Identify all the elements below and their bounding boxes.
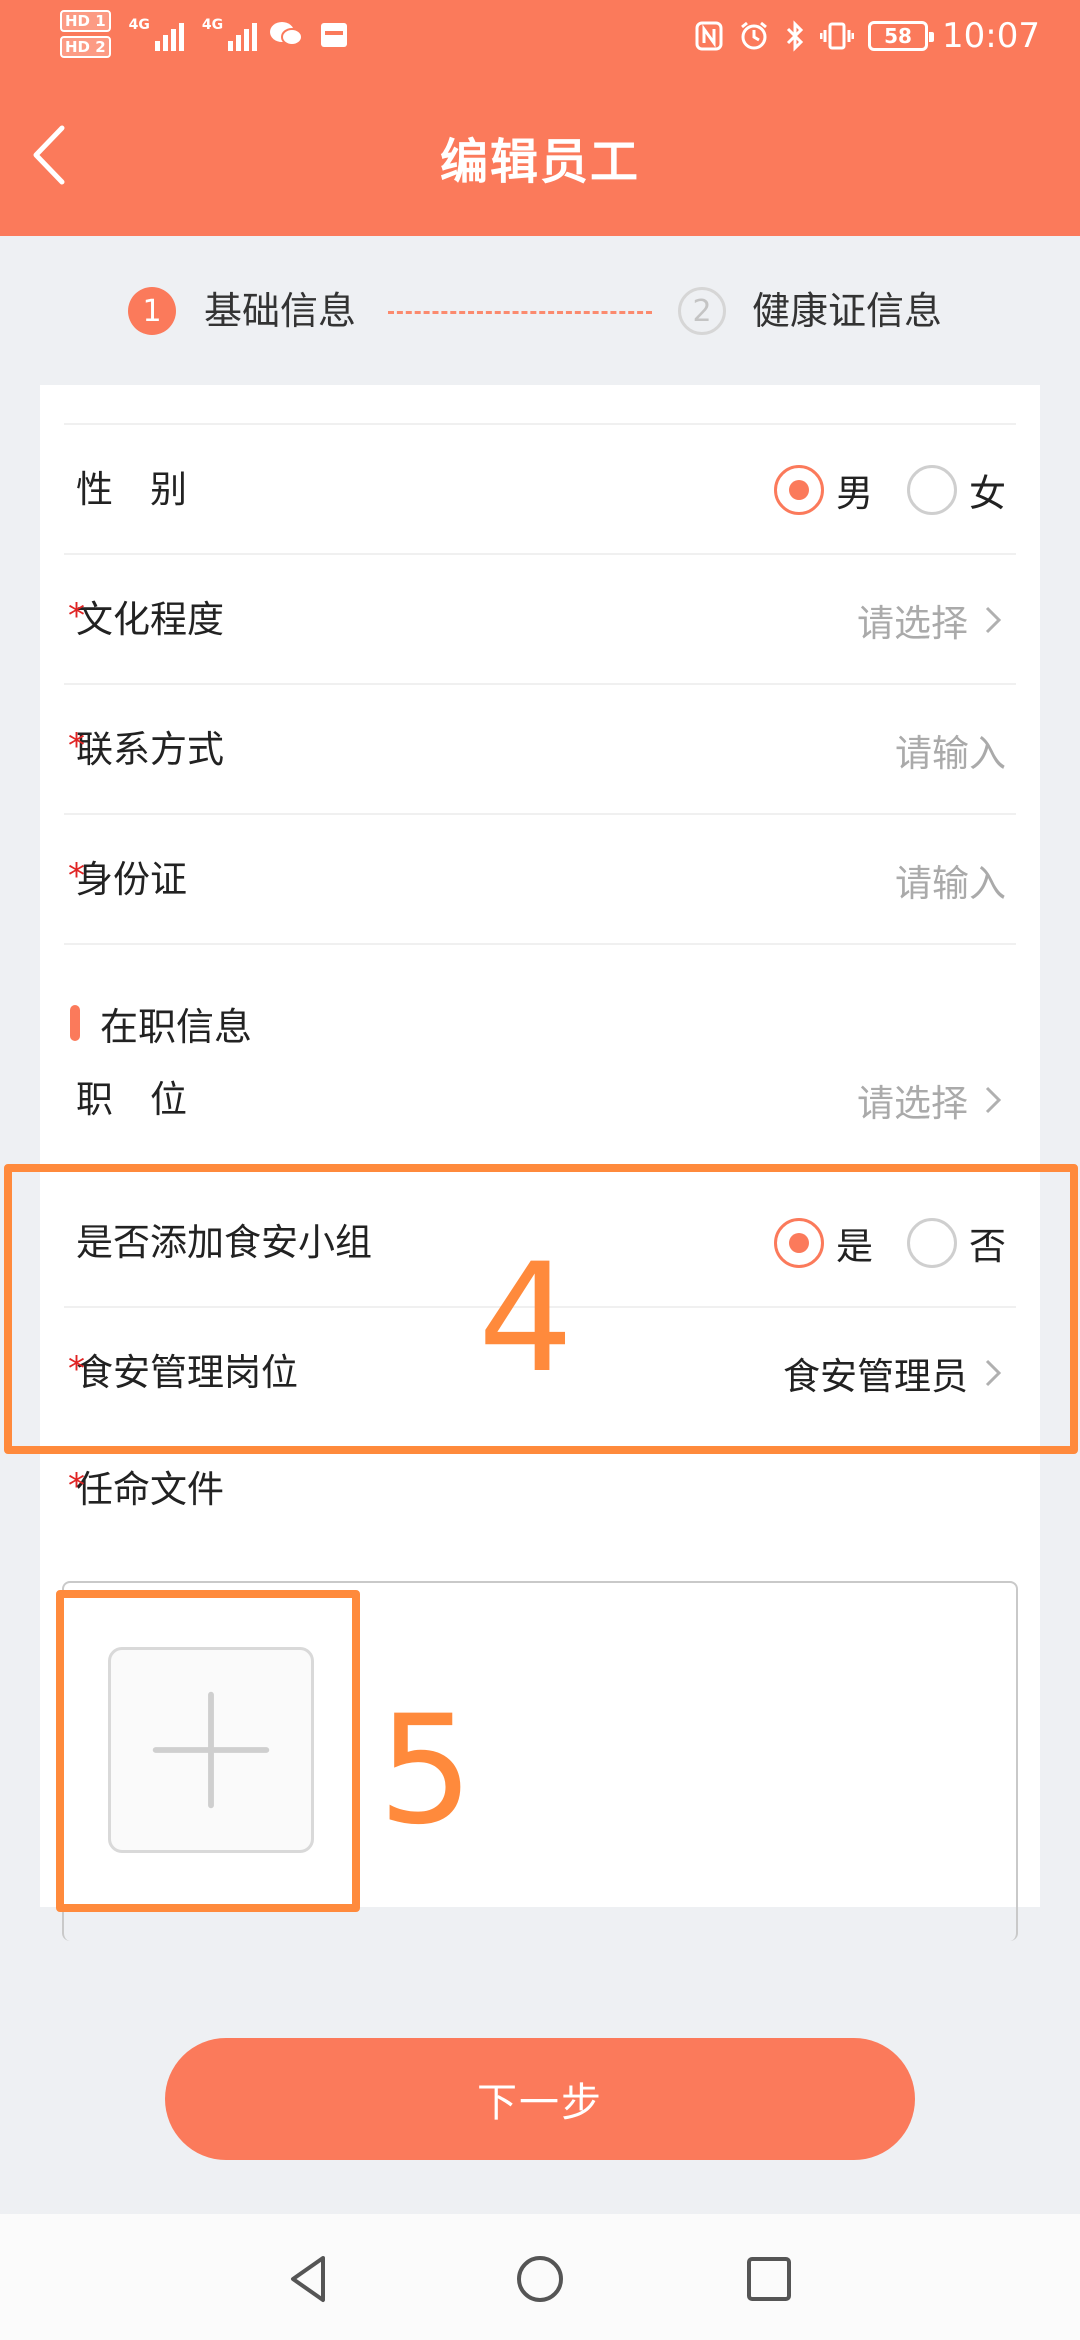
recents-square-icon[interactable] [742,2252,796,2306]
position-label: 职 位 [76,1078,187,1121]
wechat-icon [270,22,304,46]
system-nav-bar [0,2214,1080,2340]
id-card-input[interactable]: 请输入 [895,815,1006,945]
food-safety-no-label[interactable]: 否 [969,1216,1006,1270]
food-safety-yes-label[interactable]: 是 [836,1216,873,1270]
step-indicator: 1 基础信息 2 健康证信息 [0,236,1080,386]
next-step-button[interactable]: 下一步 [165,2038,915,2160]
gender-female-radio[interactable] [907,465,957,515]
food-safety-group-options: 是 否 [774,1178,1006,1308]
chevron-right-icon [985,1359,1002,1387]
id-card-row: * 身份证 请输入 [64,815,1016,945]
required-mark: * [68,1466,85,1506]
signal-1-icon: 4G [129,17,184,51]
alarm-icon [741,21,767,50]
food-safety-yes-radio[interactable] [774,1218,824,1268]
position-placeholder: 请选择 [857,1082,968,1125]
form-card: 性 别 男 女 * 文化程度 请选择 * 联系方式 请输入 * 身份证 请输入 在职信… [40,385,1040,1941]
hd1-badge: HD 1 [60,10,111,32]
net2-label: 4G [201,17,224,33]
food-safety-group-label: 是否添加食安小组 [76,1221,372,1264]
back-triangle-icon[interactable] [283,2252,337,2306]
net1-label: 4G [128,17,150,33]
step-1-label: 基础信息 [204,289,357,333]
status-left: HD 1 HD 2 4G 4G [60,10,353,58]
contact-row: * 联系方式 请输入 [64,685,1016,815]
app-header: HD 1 HD 2 4G 4G 58 10:07 编辑员工 [0,0,1080,236]
gender-row: 性 别 男 女 [64,425,1016,555]
add-file-button[interactable] [108,1647,314,1853]
position-select[interactable]: 请选择 [857,1050,1006,1150]
gender-male-label[interactable]: 男 [836,463,873,517]
id-card-label: * 身份证 [68,815,187,945]
contact-label-text: 联系方式 [76,728,224,771]
section-employment-info: 在职信息 [70,993,252,1053]
contact-label: * 联系方式 [68,685,224,815]
appointment-file-label-text: 任命文件 [76,1468,224,1511]
battery-icon: 58 [868,21,935,51]
hd2-badge: HD 2 [60,36,111,58]
chevron-right-icon [985,606,1002,634]
vibrate-icon [820,22,855,50]
position-row[interactable]: 职 位 请选择 [64,1050,1016,1150]
step-2-label: 健康证信息 [752,289,943,333]
contact-placeholder: 请输入 [895,732,1006,775]
required-mark: * [68,856,85,896]
annotation-label-4: 4 [478,1232,574,1406]
hd-badges: HD 1 HD 2 [60,10,111,58]
battery-level: 58 [884,24,912,48]
education-label-text: 文化程度 [76,598,224,641]
appointment-file-row: * 任命文件 [64,1440,1016,1540]
food-safety-role-label-text: 食安管理岗位 [76,1351,298,1394]
appointment-file-label: * 任命文件 [68,1440,224,1540]
education-select[interactable]: 请选择 [857,555,1006,685]
required-mark: * [68,596,85,636]
food-safety-role-value: 食安管理员 [783,1355,968,1398]
signal-2-icon: 4G [201,17,258,51]
required-mark: * [68,726,85,766]
status-right: 58 10:07 [694,16,1040,56]
id-card-label-text: 身份证 [76,858,187,901]
nfc-icon [695,21,723,51]
step-connector [388,311,652,314]
gender-female-label[interactable]: 女 [969,463,1006,517]
food-safety-role-select[interactable]: 食安管理员 [783,1308,1006,1438]
home-circle-icon[interactable] [513,2252,567,2306]
section-accent-bar [70,1005,80,1041]
id-card-placeholder: 请输入 [895,862,1006,905]
annotation-label-5: 5 [378,1684,474,1858]
education-label: * 文化程度 [68,555,224,685]
gender-label: 性 别 [76,468,187,511]
page-title: 编辑员工 [439,134,640,190]
section-title: 在职信息 [100,1004,253,1049]
education-placeholder: 请选择 [857,602,968,645]
chevron-right-icon [985,1086,1002,1114]
gender-options: 男 女 [774,425,1006,555]
food-safety-role-label: * 食安管理岗位 [68,1308,298,1438]
food-safety-no-radio[interactable] [907,1218,957,1268]
step-2-number: 2 [678,287,726,335]
contact-input[interactable]: 请输入 [895,685,1006,815]
calendar-icon [321,23,348,47]
status-bar: HD 1 HD 2 4G 4G 58 10:07 [0,0,1080,80]
gender-male-radio[interactable] [774,465,824,515]
status-time: 10:07 [942,16,1040,56]
step-1-number: 1 [128,287,176,335]
required-mark: * [68,1349,85,1389]
bluetooth-icon [786,20,804,52]
education-row[interactable]: * 文化程度 请选择 [64,555,1016,685]
